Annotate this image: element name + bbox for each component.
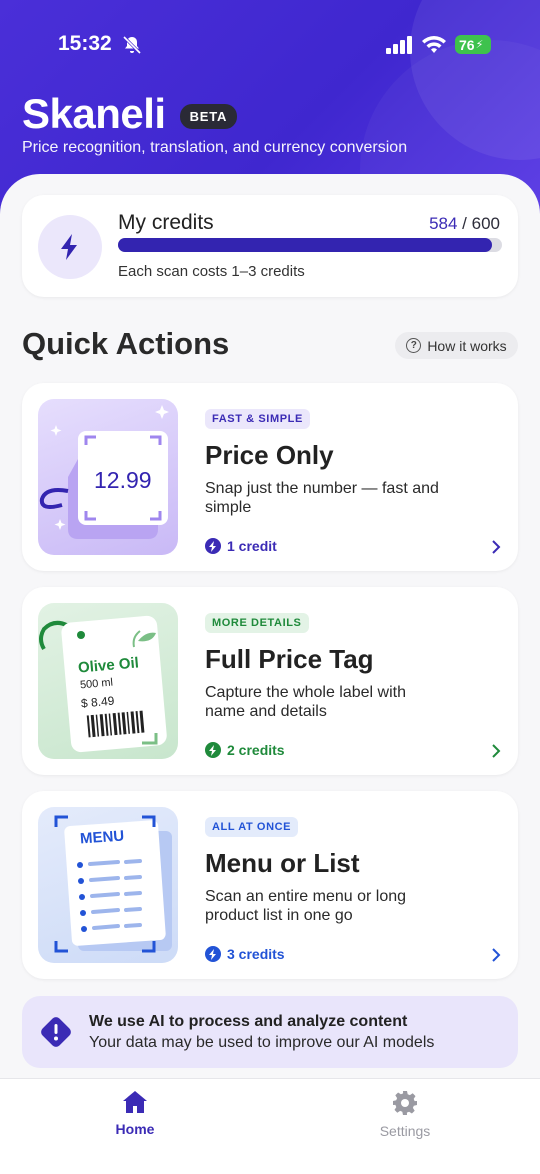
action-credits-label: 3 credits xyxy=(227,946,285,962)
action-title: Full Price Tag xyxy=(205,644,374,674)
how-it-works-label: How it works xyxy=(427,337,507,354)
chevron-right-icon xyxy=(492,948,501,962)
tab-home-label: Home xyxy=(115,1121,155,1137)
home-icon xyxy=(123,1091,147,1113)
ai-notice-banner: We use AI to process and analyze content… xyxy=(22,996,518,1068)
how-it-works-button[interactable]: ? How it works xyxy=(395,332,518,359)
action-credits-label: 2 credits xyxy=(227,742,285,758)
battery-level: 76 xyxy=(459,36,475,53)
thumb-price: $ 8.49 xyxy=(80,693,115,711)
credits-card[interactable]: My credits 584 / 600 Each scan costs 1–3… xyxy=(22,195,518,297)
charging-icon: ⚡ xyxy=(475,39,484,51)
action-description: Capture the whole label with name and de… xyxy=(205,684,407,720)
credits-count: 584 / 600 xyxy=(429,214,500,234)
app-name: Skaneli xyxy=(22,90,166,137)
brand: Skaneli BETA xyxy=(22,90,238,138)
gear-icon xyxy=(393,1091,417,1115)
bottom-tab-bar: Home Settings xyxy=(0,1078,540,1174)
tab-settings[interactable]: Settings xyxy=(350,1089,460,1139)
lightning-icon xyxy=(38,215,102,279)
price-only-illustration: 12.99 xyxy=(38,399,178,555)
action-badge: MORE DETAILS xyxy=(205,613,309,633)
full-price-tag-illustration: Olive Oil 500 ml $ 8.49 xyxy=(38,603,178,759)
quick-actions-title: Quick Actions xyxy=(22,326,230,361)
action-card-price-only[interactable]: 12.99 FAST & SIMPLE Price Only Snap just… xyxy=(22,383,518,571)
menu-illustration: MENU xyxy=(38,807,178,963)
wifi-icon xyxy=(422,36,446,53)
beta-badge: BETA xyxy=(179,103,238,129)
status-time: 15:32 xyxy=(58,32,112,55)
action-credits: 2 credits xyxy=(205,742,285,758)
thumb-price: 12.99 xyxy=(94,467,152,493)
action-title: Menu or List xyxy=(205,848,360,878)
action-badge: ALL AT ONCE xyxy=(205,817,299,837)
lightning-icon xyxy=(205,538,221,554)
tab-home[interactable]: Home xyxy=(80,1089,190,1137)
credits-used: 584 xyxy=(429,214,458,233)
help-icon: ? xyxy=(406,338,422,353)
signal-icon xyxy=(386,36,412,54)
credits-progress-bar xyxy=(118,238,502,252)
thumb-menu-label: MENU xyxy=(79,827,125,848)
battery-indicator: 76 ⚡ xyxy=(455,35,491,54)
action-credits-label: 1 credit xyxy=(227,538,277,554)
lightning-icon xyxy=(205,946,221,962)
credits-title: My credits xyxy=(118,211,214,234)
bell-muted-icon xyxy=(122,35,142,55)
action-description: Snap just the number — fast and simple xyxy=(205,480,439,516)
ai-notice-text: Your data may be used to improve our AI … xyxy=(89,1034,435,1051)
app-tagline: Price recognition, translation, and curr… xyxy=(22,139,408,156)
lightning-icon xyxy=(205,742,221,758)
credits-progress-fill xyxy=(118,238,492,252)
ai-notice-title: We use AI to process and analyze content xyxy=(89,1013,408,1030)
chevron-right-icon xyxy=(492,540,501,554)
warning-diamond-icon xyxy=(41,1017,71,1047)
action-title: Price Only xyxy=(205,440,334,470)
status-bar: 15:32 76 ⚡ xyxy=(0,28,540,62)
credits-note: Each scan costs 1–3 credits xyxy=(118,263,305,280)
credits-separator: / xyxy=(457,214,472,233)
action-card-full-price-tag[interactable]: Olive Oil 500 ml $ 8.49 MORE DETAILS Ful… xyxy=(22,587,518,775)
action-badge: FAST & SIMPLE xyxy=(205,409,310,429)
chevron-right-icon xyxy=(492,744,501,758)
tab-settings-label: Settings xyxy=(379,1123,431,1139)
action-card-menu-or-list[interactable]: MENU ALL AT ONCE Menu or List Scan an en… xyxy=(22,791,518,979)
credits-total: 600 xyxy=(471,214,500,233)
action-credits: 3 credits xyxy=(205,946,285,962)
action-description: Scan an entire menu or long product list… xyxy=(205,888,407,924)
action-credits: 1 credit xyxy=(205,538,277,554)
